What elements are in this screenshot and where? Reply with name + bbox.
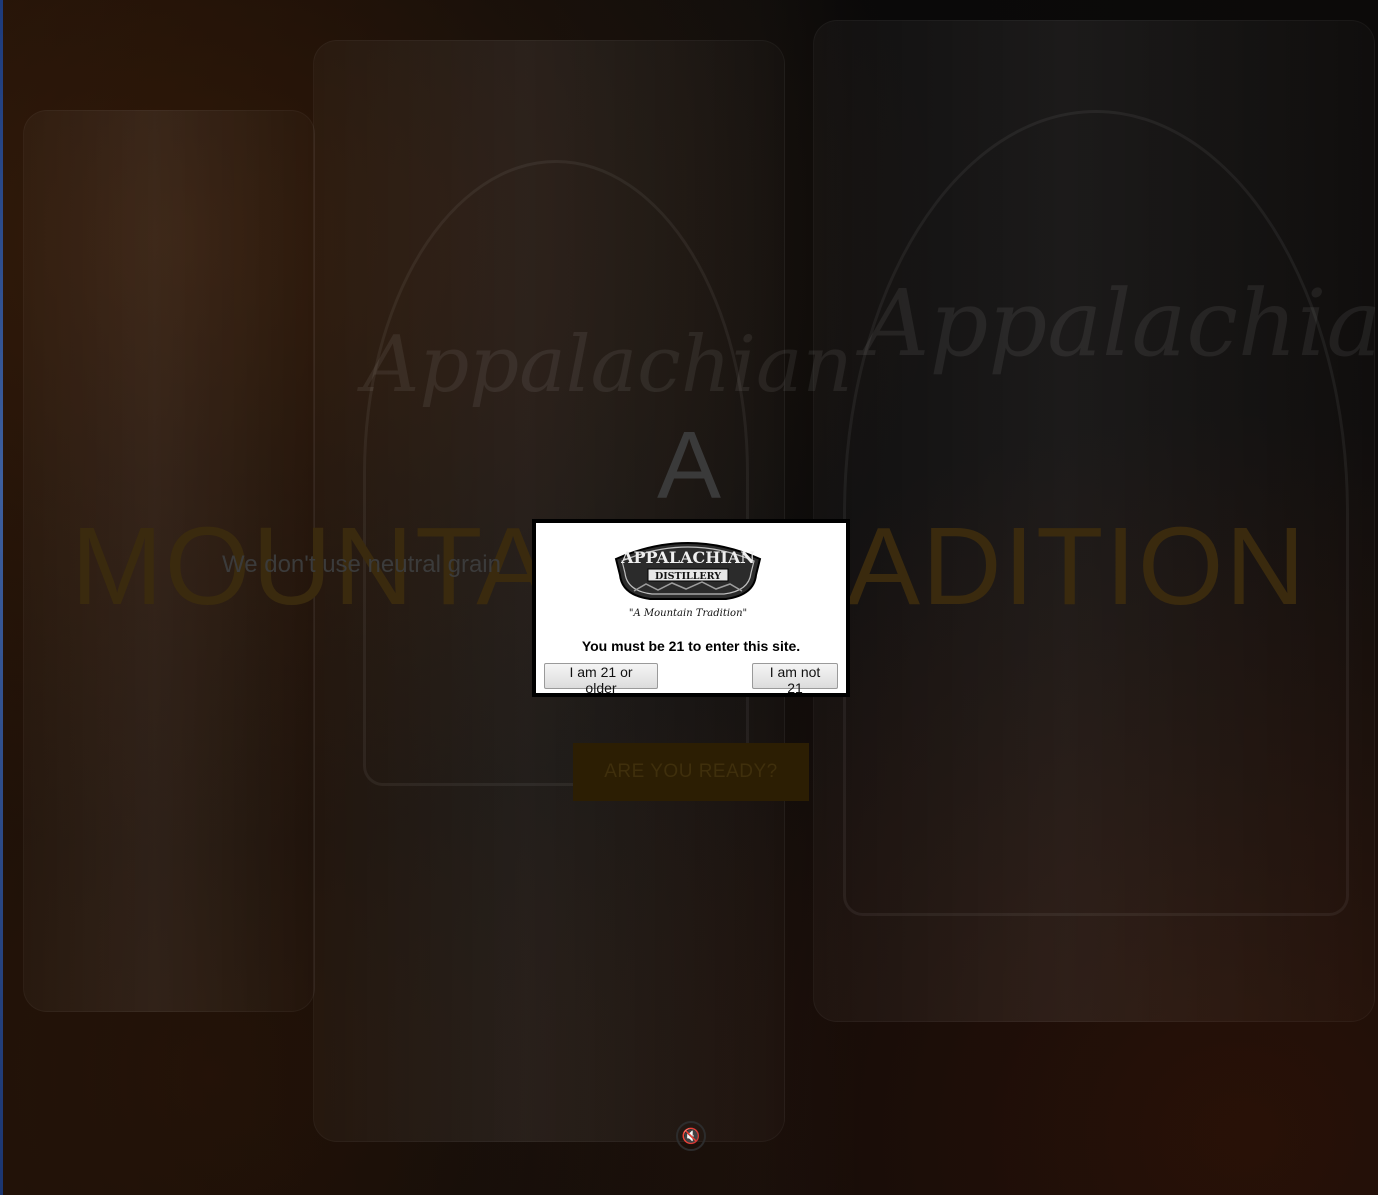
appalachian-distillery-logo: APPALACHIAN DISTILLERY "A Mountain Tradi…	[614, 542, 762, 619]
logo-top-word: APPALACHIAN	[620, 548, 755, 567]
age-requirement-message: You must be 21 to enter this site.	[581, 638, 801, 654]
hero-letter: A	[656, 412, 722, 519]
logo-tagline: "A Mountain Tradition"	[629, 608, 747, 619]
deny-age-button[interactable]: I am not 21	[752, 663, 838, 696]
are-you-ready-button[interactable]: ARE YOU READY?	[573, 743, 809, 801]
age-gate-page: Appalachian Appalachian A MOUNTAIN TRADI…	[0, 0, 1378, 1195]
hero-subtitle: We don't use neutral grain	[222, 551, 501, 578]
bottle-label-script-center: Appalachian	[363, 320, 853, 410]
confirm-age-button[interactable]: I am 21 or older	[544, 663, 658, 696]
age-verification-modal: APPALACHIAN DISTILLERY "A Mountain Tradi…	[532, 519, 850, 697]
speaker-mute-icon[interactable]: 🔇	[676, 1121, 706, 1151]
bottle-label-script-right: Appalachian	[863, 270, 1378, 377]
logo-bottom-word: DISTILLERY	[655, 571, 721, 582]
